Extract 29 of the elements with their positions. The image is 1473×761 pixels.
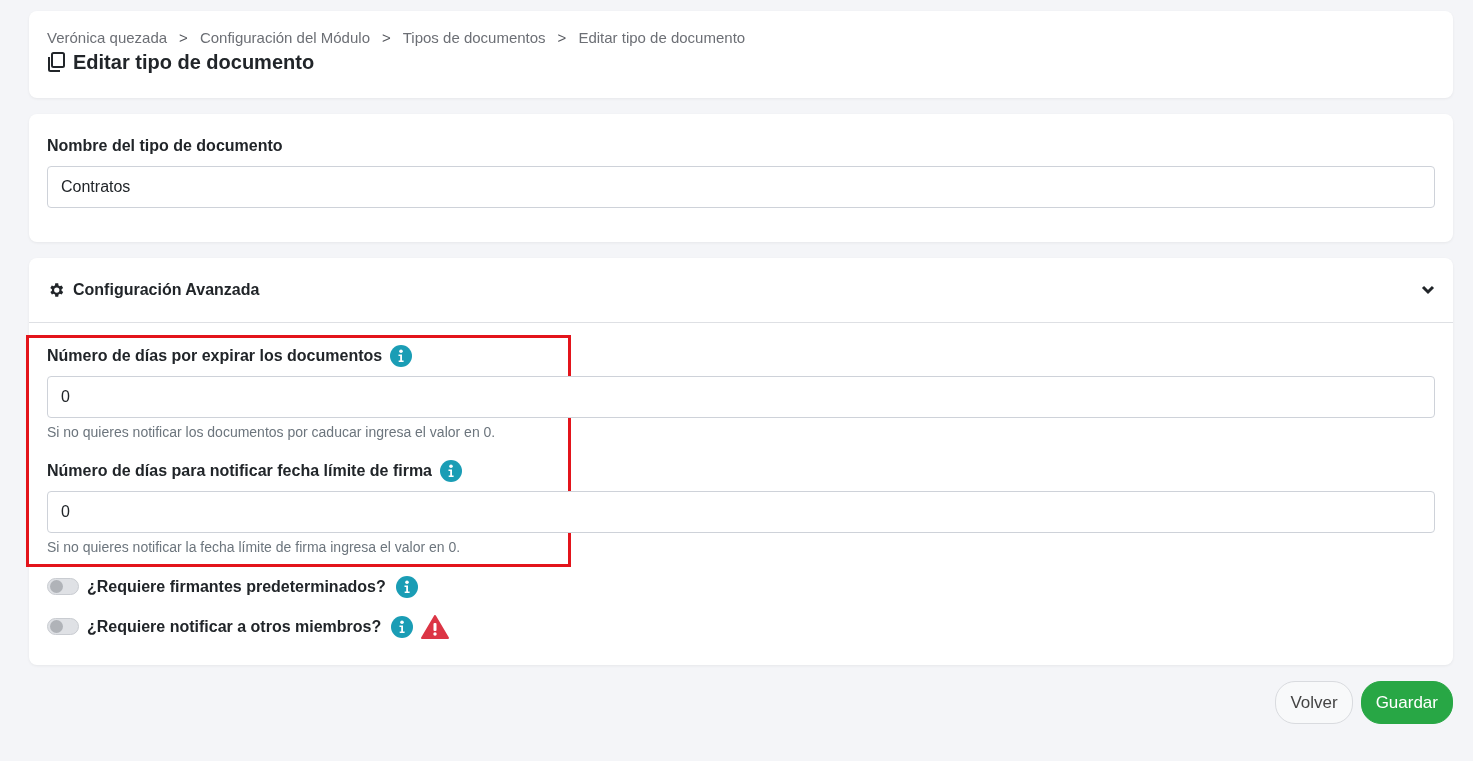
info-icon[interactable]: [440, 459, 462, 482]
field-label: Número de días para notificar fecha límite de firma: [47, 460, 432, 481]
help-text: Si no quieres notificar la fecha límite de firma ingresa el valor en 0.: [47, 537, 462, 557]
chevron-down-icon[interactable]: [1421, 284, 1435, 295]
input-field[interactable]: Contratos: [47, 165, 1435, 208]
field-label: Número de días por expirar los documentos: [47, 345, 383, 366]
toggle-label: ¿Requiere firmantes predeterminados?: [87, 576, 386, 597]
breadcrumb-separator: >: [381, 28, 392, 48]
input-field[interactable]: 0: [47, 375, 1435, 418]
breadcrumb-link[interactable]: Verónica quezada: [47, 27, 168, 50]
info-icon[interactable]: [395, 575, 418, 598]
help-text: Si no quieres notificar los documentos por caducar ingresa el valor en 0.: [47, 422, 497, 442]
info-icon[interactable]: [391, 615, 414, 638]
toggle-label: ¿Requiere notificar a otros miembros?: [87, 616, 382, 637]
breadcrumb-link[interactable]: Tipos de documentos: [402, 27, 546, 50]
input-field[interactable]: 0: [47, 490, 1435, 533]
back-button[interactable]: Volver: [1275, 680, 1353, 724]
breadcrumb-separator: >: [178, 28, 189, 48]
breadcrumb-link[interactable]: Configuración del Módulo: [199, 27, 370, 50]
save-button[interactable]: Guardar: [1360, 680, 1453, 724]
breadcrumb-separator: >: [556, 28, 568, 48]
page-title: Editar tipo de documento: [73, 49, 315, 74]
field-label: Nombre del tipo de documento: [47, 135, 284, 156]
info-icon[interactable]: [390, 344, 413, 367]
toggle-switch[interactable]: [47, 618, 79, 635]
copy-icon: [47, 51, 65, 72]
breadcrumb-link[interactable]: Editar tipo de documento: [578, 27, 746, 50]
toggle-switch[interactable]: [47, 578, 79, 595]
section-title: Configuración Avanzada: [73, 279, 260, 300]
